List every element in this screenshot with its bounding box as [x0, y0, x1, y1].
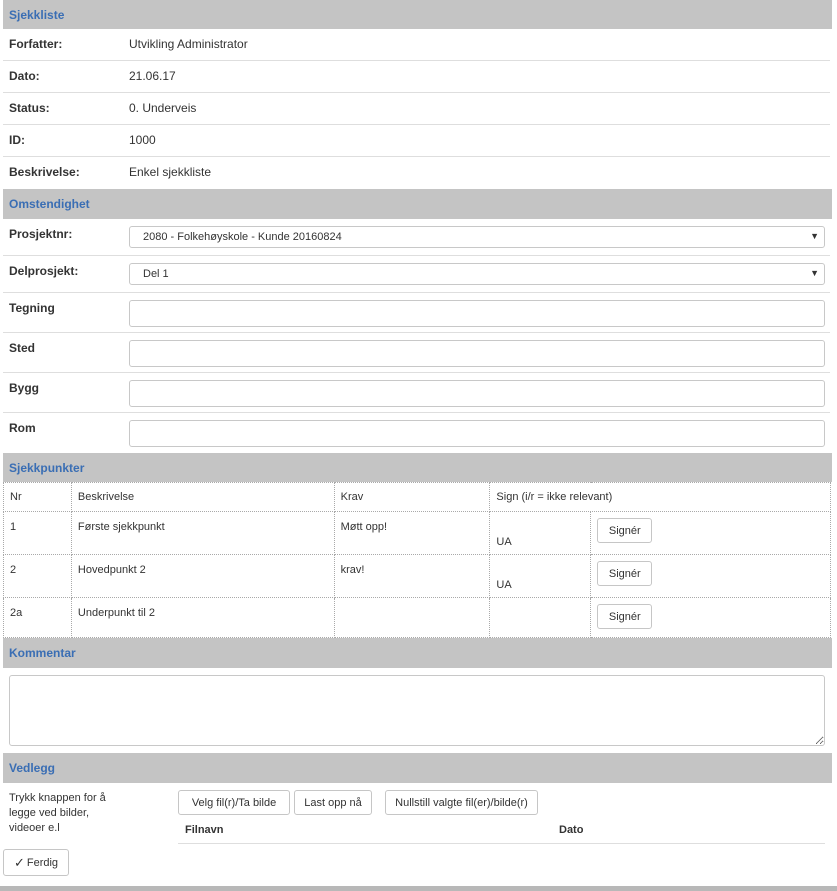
comment-textarea[interactable]: [9, 675, 825, 746]
field-label: Sted: [9, 341, 36, 355]
files-table-divider: [178, 843, 825, 844]
field-value: 1000: [129, 133, 156, 147]
field-value: Utvikling Administrator: [129, 37, 248, 51]
field-label: Rom: [9, 421, 36, 435]
section-title: Sjekkliste: [9, 7, 65, 22]
field-label: ID:: [9, 133, 25, 147]
section-title: Kommentar: [9, 646, 76, 660]
field-value: 0. Underveis: [129, 101, 197, 115]
sign-button[interactable]: Signér: [597, 518, 653, 543]
cell-sign-action: Signér: [590, 511, 831, 555]
field-row-drawing: Tegning: [3, 293, 830, 333]
field-label: Dato:: [9, 69, 40, 83]
column-header-nr: Nr: [3, 482, 72, 512]
cell-requirement: Møtt opp!: [333, 511, 491, 555]
cell-nr: 1: [3, 511, 72, 555]
column-header-description: Beskrivelse: [70, 482, 335, 512]
table-row: 1 Første sjekkpunkt Møtt opp! UA Signér: [3, 511, 831, 555]
choose-files-button[interactable]: Velg fil(r)/Ta bilde: [178, 790, 290, 815]
field-value: 21.06.17: [129, 69, 176, 83]
cell-description: Første sjekkpunkt: [70, 511, 335, 555]
field-row-author: Forfatter: Utvikling Administrator: [3, 29, 830, 61]
field-row-subproject: Delprosjekt: Del 1 ▼: [3, 256, 830, 293]
bottom-status-bar: [0, 886, 837, 891]
field-label: Prosjektnr:: [9, 227, 73, 241]
cell-nr: 2: [3, 554, 72, 598]
drawing-input[interactable]: [129, 300, 825, 327]
project-select[interactable]: 2080 - Folkehøyskole - Kunde 20160824 ▼: [129, 226, 825, 248]
sign-button[interactable]: Signér: [597, 561, 653, 586]
reset-files-button[interactable]: Nullstill valgte fil(er)/bilde(r): [385, 790, 538, 815]
cell-requirement: krav!: [333, 554, 491, 598]
table-row: 2 Hovedpunkt 2 krav! UA Signér: [3, 554, 831, 598]
done-label: Ferdig: [26, 856, 59, 869]
section-header-omstendighet: Omstendighet: [3, 189, 832, 219]
cell-description: Hovedpunkt 2: [70, 554, 335, 598]
cell-nr: 2a: [3, 597, 72, 638]
checkpoints-table: Nr Beskrivelse Krav Sign (i/r = ikke rel…: [3, 482, 831, 638]
field-label: Forfatter:: [9, 37, 63, 51]
column-header-date: Dato: [559, 824, 584, 836]
field-label: Status:: [9, 101, 50, 115]
select-value: 2080 - Folkehøyskole - Kunde 20160824: [143, 231, 342, 243]
field-row-id: ID: 1000: [3, 125, 830, 157]
caret-down-icon: ▼: [810, 231, 819, 241]
cell-sign-status: UA: [489, 554, 592, 598]
column-header-requirement: Krav: [333, 482, 491, 512]
field-label: Delprosjekt:: [9, 264, 79, 278]
section-header-vedlegg: Vedlegg: [3, 753, 832, 783]
room-input[interactable]: [129, 420, 825, 447]
sign-button[interactable]: Signér: [597, 604, 653, 629]
place-input[interactable]: [129, 340, 825, 367]
table-header-row: Nr Beskrivelse Krav Sign (i/r = ikke rel…: [3, 482, 831, 512]
field-row-building: Bygg: [3, 373, 830, 413]
field-row-project: Prosjektnr: 2080 - Folkehøyskole - Kunde…: [3, 219, 830, 256]
done-button[interactable]: ✓ Ferdig: [3, 849, 69, 876]
section-header-kommentar: Kommentar: [3, 638, 832, 668]
column-header-sign: Sign (i/r = ikke relevant): [489, 482, 831, 512]
select-value: Del 1: [143, 268, 169, 280]
column-header-filename: Filnavn: [185, 824, 224, 836]
subproject-select[interactable]: Del 1 ▼: [129, 263, 825, 285]
cell-requirement: [333, 597, 491, 638]
cell-sign-status: [489, 597, 592, 638]
caret-down-icon: ▼: [810, 268, 819, 278]
cell-sign-action: Signér: [590, 597, 831, 638]
field-row-place: Sted: [3, 333, 830, 373]
building-input[interactable]: [129, 380, 825, 407]
checkmark-icon: ✓: [13, 854, 25, 870]
table-row: 2a Underpunkt til 2 Signér: [3, 597, 831, 638]
field-value: Enkel sjekkliste: [129, 165, 212, 179]
section-title: Sjekkpunkter: [9, 460, 85, 475]
cell-sign-status: UA: [489, 511, 592, 555]
field-row-room: Rom: [3, 413, 830, 453]
cell-description: Underpunkt til 2: [70, 597, 335, 638]
section-header-sjekkpunkter: Sjekkpunkter: [3, 453, 832, 482]
field-row-description: Beskrivelse: Enkel sjekkliste: [3, 157, 830, 189]
field-row-status: Status: 0. Underveis: [3, 93, 830, 125]
upload-now-button[interactable]: Last opp nå: [294, 790, 372, 815]
field-row-date: Dato: 21.06.17: [3, 61, 830, 93]
section-header-sjekkliste: Sjekkliste: [3, 0, 832, 29]
field-label: Tegning: [9, 301, 55, 315]
attachment-help-text: Trykk knappen for å legge ved bilder, vi…: [9, 792, 106, 834]
field-label: Beskrivelse:: [9, 165, 80, 179]
checklist-page: Sjekkliste Forfatter: Utvikling Administ…: [0, 0, 837, 891]
field-label: Bygg: [9, 381, 39, 395]
section-title: Vedlegg: [9, 761, 56, 775]
section-title: Omstendighet: [9, 197, 90, 211]
cell-sign-action: Signér: [590, 554, 831, 598]
